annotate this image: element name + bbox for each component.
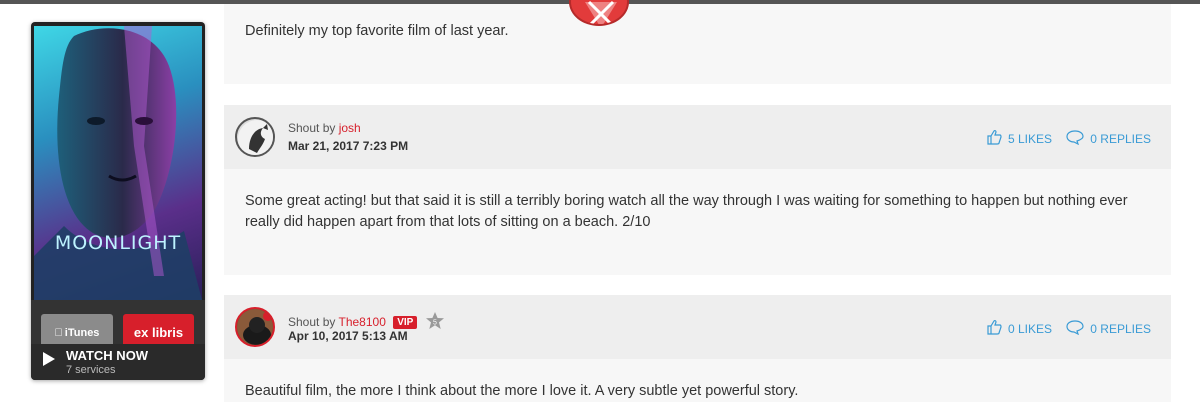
shout-date: Apr 10, 2017 5:13 AM [288, 329, 408, 343]
shout-body: without it. Definitely my top favorite f… [224, 0, 1171, 84]
shout-text: Some great acting! but that said it is s… [245, 193, 1128, 230]
replies-button[interactable]: 0 REPLIES [1066, 319, 1151, 338]
shout-header: Shout by The8100 VIP 5 Apr 10, 2017 5:13… [224, 295, 1171, 359]
avatar[interactable] [235, 117, 275, 157]
movie-poster[interactable]: MOONLIGHT [34, 26, 202, 300]
watch-now-label: WATCH NOW [66, 348, 149, 363]
poster-title: MOONLIGHT [54, 232, 182, 254]
username-link[interactable]: The8100 [339, 315, 386, 329]
watch-now-button[interactable]: WATCH NOW 7 services [31, 344, 205, 380]
star-level: 5 [433, 320, 437, 327]
shout-by: Shout by josh [288, 121, 361, 135]
thumbs-up-icon [986, 319, 1002, 338]
username-link[interactable]: josh [339, 121, 361, 135]
shout-body: Some great acting! but that said it is s… [224, 169, 1171, 275]
services-count: 7 services [66, 364, 116, 376]
shout-text: Beautiful film, the more I think about t… [245, 383, 799, 399]
likes-button[interactable]: 0 LIKES [986, 319, 1052, 338]
speech-bubble-icon [1066, 319, 1084, 338]
shout-text: Definitely my top favorite film of last … [245, 23, 509, 39]
play-icon [43, 352, 55, 366]
shout-date: Mar 21, 2017 7:23 PM [288, 139, 409, 153]
site-logo-icon[interactable] [569, 0, 629, 26]
star-level-icon: 5 [425, 311, 445, 334]
vip-badge: VIP [393, 316, 418, 329]
avatar[interactable] [235, 307, 275, 347]
poster-card: MOONLIGHT  iTunes ex libris WATCH NOW 7… [31, 22, 205, 380]
replies-button[interactable]: 0 REPLIES [1066, 129, 1151, 148]
apple-icon:  [55, 327, 63, 339]
shout-header: Shout by josh Mar 21, 2017 7:23 PM 5 LIK… [224, 105, 1171, 169]
thumbs-up-icon [986, 129, 1002, 148]
speech-bubble-icon [1066, 129, 1084, 148]
shout-body: Beautiful film, the more I think about t… [224, 359, 1171, 402]
likes-button[interactable]: 5 LIKES [986, 129, 1052, 148]
